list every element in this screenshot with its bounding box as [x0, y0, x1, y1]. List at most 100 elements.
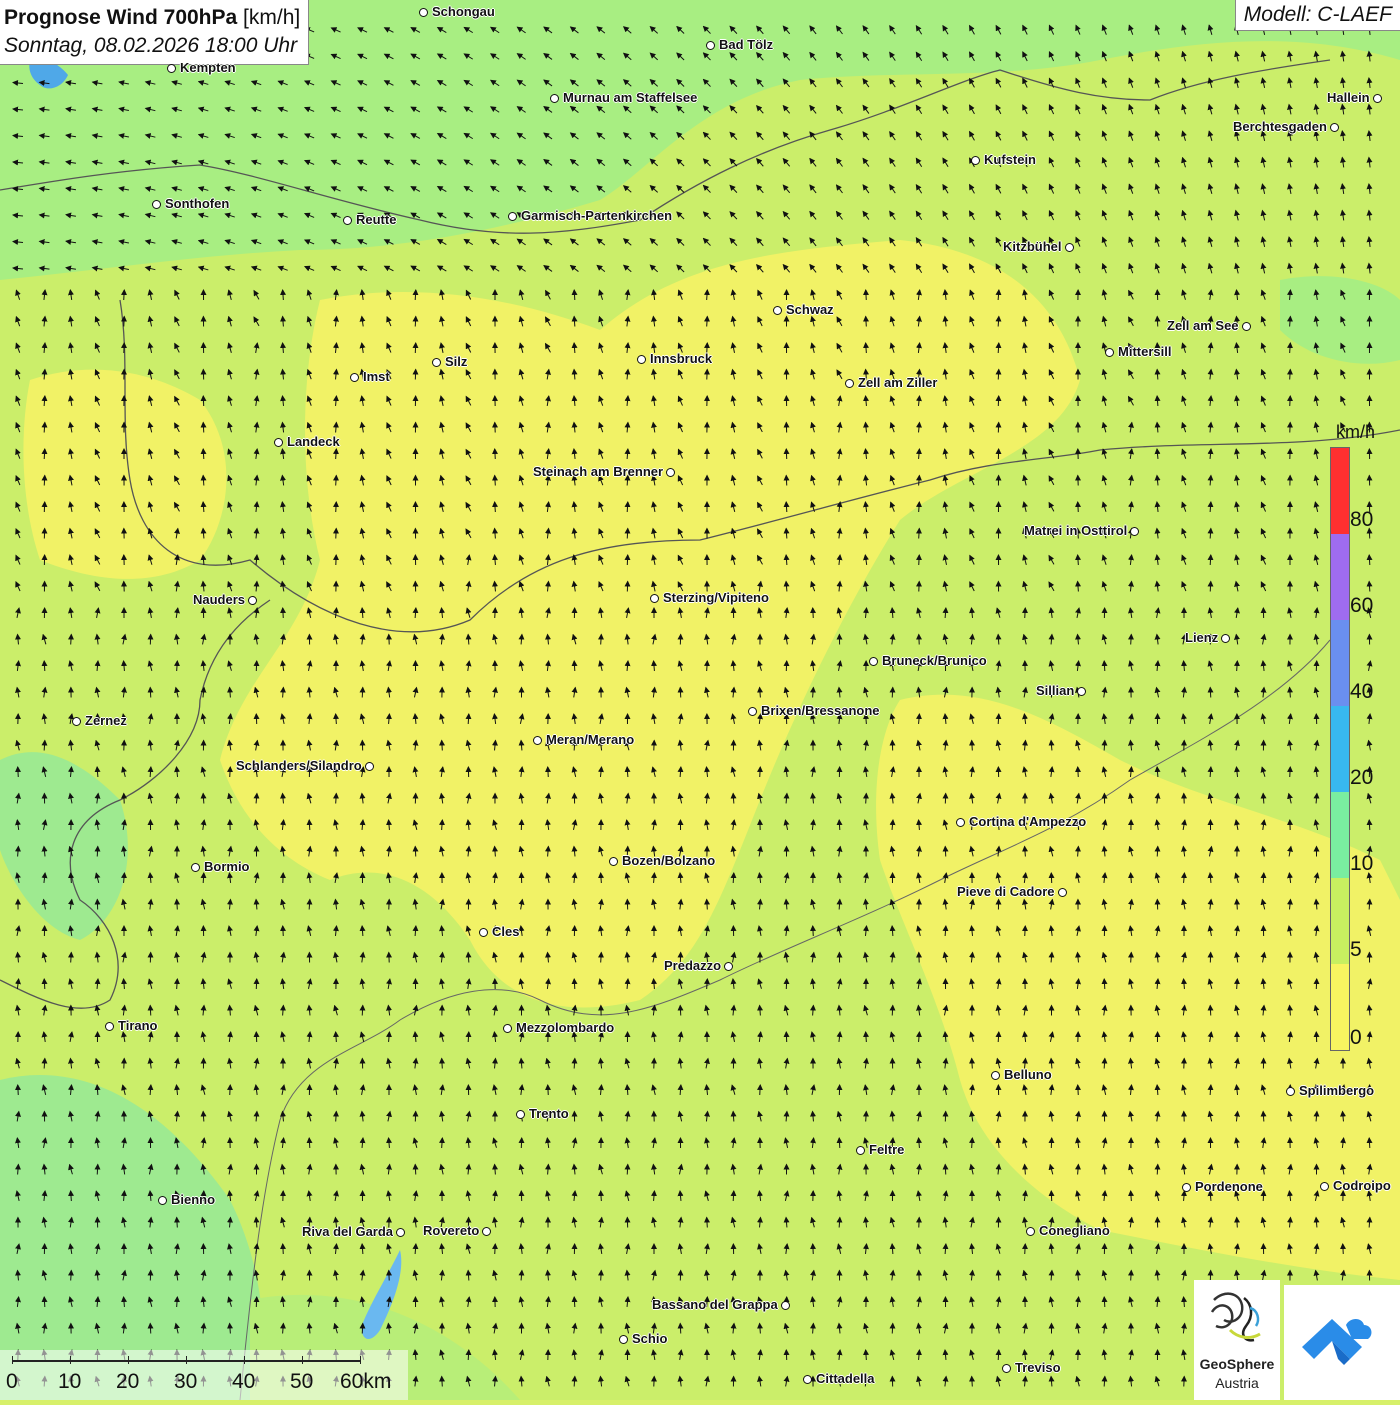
geosphere-logo[interactable]: GeoSphere Austria — [1194, 1280, 1280, 1400]
wind-arrow — [1210, 529, 1211, 539]
city-marker[interactable] — [419, 8, 428, 17]
wind-arrow — [1263, 1191, 1264, 1201]
city-label: Tirano — [118, 1018, 158, 1033]
city-marker[interactable] — [350, 373, 359, 382]
wind-arrow — [998, 343, 999, 353]
geosphere-emblem-icon — [1194, 1280, 1280, 1352]
wind-arrow — [733, 1191, 734, 1201]
city-marker[interactable] — [152, 200, 161, 209]
wind-arrow — [919, 502, 920, 512]
wind-arrow — [203, 476, 204, 486]
city-label: Berchtesgaden — [1233, 119, 1327, 134]
city-label: Spilimbergo — [1299, 1083, 1374, 1098]
city-marker[interactable] — [650, 594, 659, 603]
city-marker[interactable] — [550, 94, 559, 103]
city-marker[interactable] — [1286, 1087, 1295, 1096]
city-marker[interactable] — [1026, 1227, 1035, 1236]
city-marker[interactable] — [666, 468, 675, 477]
city-marker[interactable] — [432, 358, 441, 367]
city-label: Zernez — [85, 713, 127, 728]
city-marker[interactable] — [706, 41, 715, 50]
wind-arrow — [733, 1112, 734, 1122]
city-marker[interactable] — [274, 438, 283, 447]
city-label: Imst — [363, 369, 390, 384]
city-label: Conegliano — [1039, 1223, 1110, 1238]
city-marker[interactable] — [1221, 634, 1230, 643]
wind-arrow — [1131, 635, 1132, 645]
city-label: Schongau — [432, 4, 495, 19]
wind-arrow — [150, 1324, 151, 1334]
city-marker[interactable] — [1002, 1364, 1011, 1373]
city-marker[interactable] — [845, 379, 854, 388]
geosphere-country: Austria — [1194, 1375, 1280, 1391]
city-marker[interactable] — [1130, 527, 1139, 536]
city-marker[interactable] — [1242, 322, 1251, 331]
city-marker[interactable] — [637, 355, 646, 364]
city-marker[interactable] — [105, 1022, 114, 1031]
city-label: Schio — [632, 1331, 667, 1346]
wind-arrow — [627, 1165, 628, 1175]
city-marker[interactable] — [533, 736, 542, 745]
city-marker[interactable] — [1058, 888, 1067, 897]
city-marker[interactable] — [609, 857, 618, 866]
wind-arrow — [680, 1006, 681, 1016]
wind-arrow — [177, 1297, 178, 1307]
city-marker[interactable] — [991, 1071, 1000, 1080]
city-marker[interactable] — [856, 1146, 865, 1155]
city-marker[interactable] — [619, 1335, 628, 1344]
city-marker[interactable] — [248, 596, 257, 605]
wind-arrow — [362, 1006, 363, 1016]
city-marker[interactable] — [482, 1227, 491, 1236]
city-marker[interactable] — [724, 962, 733, 971]
city-marker[interactable] — [971, 156, 980, 165]
city-marker[interactable] — [781, 1301, 790, 1310]
city-marker[interactable] — [479, 928, 488, 937]
city-marker[interactable] — [748, 707, 757, 716]
city-label: Kitzbühel — [1003, 239, 1062, 254]
wind-arrow — [44, 661, 45, 671]
city-marker[interactable] — [167, 64, 176, 73]
city-label: Sillian — [1036, 683, 1074, 698]
scale-tick — [244, 1356, 245, 1364]
wind-arrow — [998, 1032, 999, 1042]
city-marker[interactable] — [516, 1110, 525, 1119]
city-marker[interactable] — [1330, 123, 1339, 132]
scale-label: 60km — [340, 1370, 391, 1394]
city-marker[interactable] — [508, 212, 517, 221]
city-marker[interactable] — [1182, 1183, 1191, 1192]
legend-color-segment — [1331, 706, 1349, 792]
city-label: Steinach am Brenner — [533, 464, 663, 479]
wind-arrow — [495, 449, 496, 459]
city-marker[interactable] — [869, 657, 878, 666]
city-marker[interactable] — [1373, 94, 1382, 103]
wind-arrow — [574, 1059, 575, 1069]
wind-arrow — [866, 290, 867, 300]
city-marker[interactable] — [158, 1196, 167, 1205]
wind-arrow — [760, 1085, 761, 1095]
city-marker[interactable] — [72, 717, 81, 726]
wind-arrow — [945, 847, 946, 857]
legend-label-20: 20 — [1350, 766, 1373, 790]
city-marker[interactable] — [396, 1228, 405, 1237]
city-marker[interactable] — [365, 762, 374, 771]
wind-arrow — [1104, 979, 1105, 989]
wind-arrow — [468, 1032, 469, 1042]
city-marker[interactable] — [956, 818, 965, 827]
city-marker[interactable] — [773, 306, 782, 315]
city-marker[interactable] — [1105, 348, 1114, 357]
wind-arrow — [336, 794, 337, 804]
city-marker[interactable] — [1077, 687, 1086, 696]
wind-arrow — [415, 1165, 416, 1175]
city-marker[interactable] — [803, 1375, 812, 1384]
wind-arrow — [574, 1377, 575, 1387]
city-marker[interactable] — [191, 863, 200, 872]
city-marker[interactable] — [1320, 1182, 1329, 1191]
city-marker[interactable] — [1065, 243, 1074, 252]
wind-arrow — [733, 873, 734, 883]
app-logo[interactable] — [1284, 1285, 1400, 1400]
city-marker[interactable] — [343, 216, 352, 225]
city-marker[interactable] — [503, 1024, 512, 1033]
wind-arrow — [1369, 1218, 1370, 1228]
wind-arrow — [44, 449, 45, 459]
wind-arrow — [1237, 661, 1238, 671]
